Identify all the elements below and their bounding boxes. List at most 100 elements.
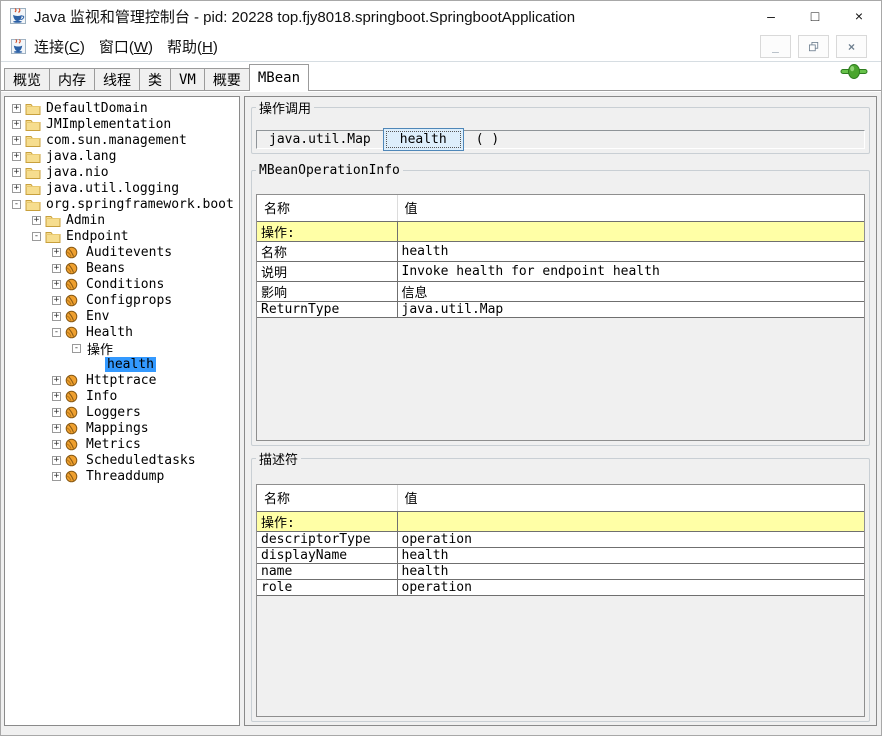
tree-row-info[interactable]: +Info <box>5 388 239 404</box>
column-header[interactable]: 值 <box>397 195 864 221</box>
expand-icon[interactable]: + <box>12 136 21 145</box>
collapse-icon[interactable]: - <box>72 344 81 353</box>
mbean-icon <box>65 262 78 275</box>
invoke-health-button[interactable]: health <box>383 128 464 151</box>
folder-icon <box>25 197 41 211</box>
mbean-tree: +DefaultDomain+JMImplementation+com.sun.… <box>4 96 240 726</box>
tree-row-操作[interactable]: -操作 <box>5 340 239 356</box>
cell-value: java.util.Map <box>397 301 864 317</box>
expand-icon[interactable]: + <box>52 248 61 257</box>
tree-row-admin[interactable]: +Admin <box>5 212 239 228</box>
menu-item[interactable]: 帮助(H) <box>160 34 225 59</box>
table-row[interactable]: 名称health <box>257 241 864 261</box>
cell-value <box>397 511 864 531</box>
table-row[interactable]: displayNamehealth <box>257 547 864 563</box>
tree-row-jmimplementation[interactable]: +JMImplementation <box>5 116 239 132</box>
tree-row-java.lang[interactable]: +java.lang <box>5 148 239 164</box>
maximize-button[interactable]: □ <box>793 1 837 31</box>
mbean-icon <box>65 277 81 291</box>
expand-icon[interactable]: + <box>12 104 21 113</box>
expand-icon[interactable]: + <box>52 472 61 481</box>
table-row[interactable]: 影响信息 <box>257 281 864 301</box>
tab-类[interactable]: 类 <box>139 68 171 90</box>
table-row[interactable]: 操作: <box>257 221 864 241</box>
expand-icon[interactable]: + <box>52 280 61 289</box>
tree-row-java.util.logging[interactable]: +java.util.logging <box>5 180 239 196</box>
table-row[interactable]: ReturnTypejava.util.Map <box>257 301 864 317</box>
mbean-icon <box>65 246 78 259</box>
expand-icon[interactable]: + <box>12 120 21 129</box>
expand-icon[interactable]: + <box>52 440 61 449</box>
tab-内存[interactable]: 内存 <box>49 68 95 90</box>
collapse-icon[interactable]: - <box>32 232 41 241</box>
tree-row-org.springframework.boot[interactable]: - org.springframework.boot <box>5 196 239 212</box>
collapse-icon[interactable]: - <box>12 200 21 209</box>
expand-icon[interactable]: + <box>52 312 61 321</box>
tree-row-com.sun.management[interactable]: +com.sun.management <box>5 132 239 148</box>
table-row[interactable]: 说明Invoke health for endpoint health <box>257 261 864 281</box>
tree-item-label: Loggers <box>84 405 143 420</box>
tree-row-auditevents[interactable]: +Auditevents <box>5 244 239 260</box>
folder-icon <box>45 229 61 243</box>
expand-icon[interactable]: + <box>12 168 21 177</box>
mbean-icon <box>65 326 78 339</box>
expand-icon[interactable]: + <box>52 456 61 465</box>
tree-row-httptrace[interactable]: + Httptrace <box>5 372 239 388</box>
collapse-icon[interactable]: - <box>52 328 61 337</box>
tab-概览[interactable]: 概览 <box>4 68 50 90</box>
tab-mbean[interactable]: MBean <box>249 64 309 91</box>
mbean-icon <box>65 406 78 419</box>
tab-概要[interactable]: 概要 <box>204 68 250 90</box>
expand-icon[interactable]: + <box>12 152 21 161</box>
minimize-button[interactable]: – <box>749 1 793 31</box>
mbean-icon <box>65 325 81 339</box>
menu-item[interactable]: 窗口(W) <box>92 34 160 59</box>
tree-item-label: health <box>105 357 156 372</box>
tree-row-threaddump[interactable]: +Threaddump <box>5 468 239 484</box>
folder-icon <box>25 149 41 163</box>
tree-row-loggers[interactable]: + Loggers <box>5 404 239 420</box>
expand-icon[interactable]: + <box>52 264 61 273</box>
cell-value: operation <box>397 579 864 595</box>
table-row[interactable]: 操作: <box>257 511 864 531</box>
tab-vm[interactable]: VM <box>170 68 205 90</box>
tree-row-env[interactable]: +Env <box>5 308 239 324</box>
close-button[interactable]: × <box>837 1 881 31</box>
tree-item-label: Httptrace <box>84 373 158 388</box>
table-row[interactable]: namehealth <box>257 563 864 579</box>
tree-row-configprops[interactable]: +Configprops <box>5 292 239 308</box>
tree-row-metrics[interactable]: +Metrics <box>5 436 239 452</box>
expand-icon[interactable]: + <box>52 376 61 385</box>
menu-bar: 连接(C)窗口(W)帮助(H) _ × <box>1 31 881 62</box>
menu-item[interactable]: 连接(C) <box>27 34 92 59</box>
tree-row-health[interactable]: -Health <box>5 324 239 340</box>
column-header[interactable]: 名称 <box>257 485 397 511</box>
expand-icon[interactable]: + <box>52 408 61 417</box>
tree-row-mappings[interactable]: +Mappings <box>5 420 239 436</box>
mdi-close-button[interactable]: × <box>836 35 867 58</box>
column-header[interactable]: 值 <box>397 485 864 511</box>
window-title: Java 监视和管理控制台 - pid: 20228 top.fjy8018.s… <box>34 6 575 27</box>
mdi-minimize-button[interactable]: _ <box>760 35 791 58</box>
table-row[interactable]: descriptorTypeoperation <box>257 531 864 547</box>
tree-row-conditions[interactable]: +Conditions <box>5 276 239 292</box>
tree-row-java.nio[interactable]: +java.nio <box>5 164 239 180</box>
tree-item-label: org.springframework.boot <box>44 197 236 212</box>
table-row[interactable]: roleoperation <box>257 579 864 595</box>
folder-icon <box>25 198 41 211</box>
tab-线程[interactable]: 线程 <box>94 68 140 90</box>
tree-row-scheduledtasks[interactable]: +Scheduledtasks <box>5 452 239 468</box>
tree-row-health[interactable]: health <box>5 356 239 372</box>
mdi-restore-button[interactable] <box>798 35 829 58</box>
title-bar: Java 监视和管理控制台 - pid: 20228 top.fjy8018.s… <box>1 1 881 31</box>
expand-icon[interactable]: + <box>52 424 61 433</box>
column-header[interactable]: 名称 <box>257 195 397 221</box>
tree-row-defaultdomain[interactable]: +DefaultDomain <box>5 100 239 116</box>
mbean-icon <box>65 454 78 467</box>
expand-icon[interactable]: + <box>52 392 61 401</box>
tree-row-endpoint[interactable]: -Endpoint <box>5 228 239 244</box>
tree-row-beans[interactable]: +Beans <box>5 260 239 276</box>
expand-icon[interactable]: + <box>52 296 61 305</box>
expand-icon[interactable]: + <box>12 184 21 193</box>
expand-icon[interactable]: + <box>32 216 41 225</box>
